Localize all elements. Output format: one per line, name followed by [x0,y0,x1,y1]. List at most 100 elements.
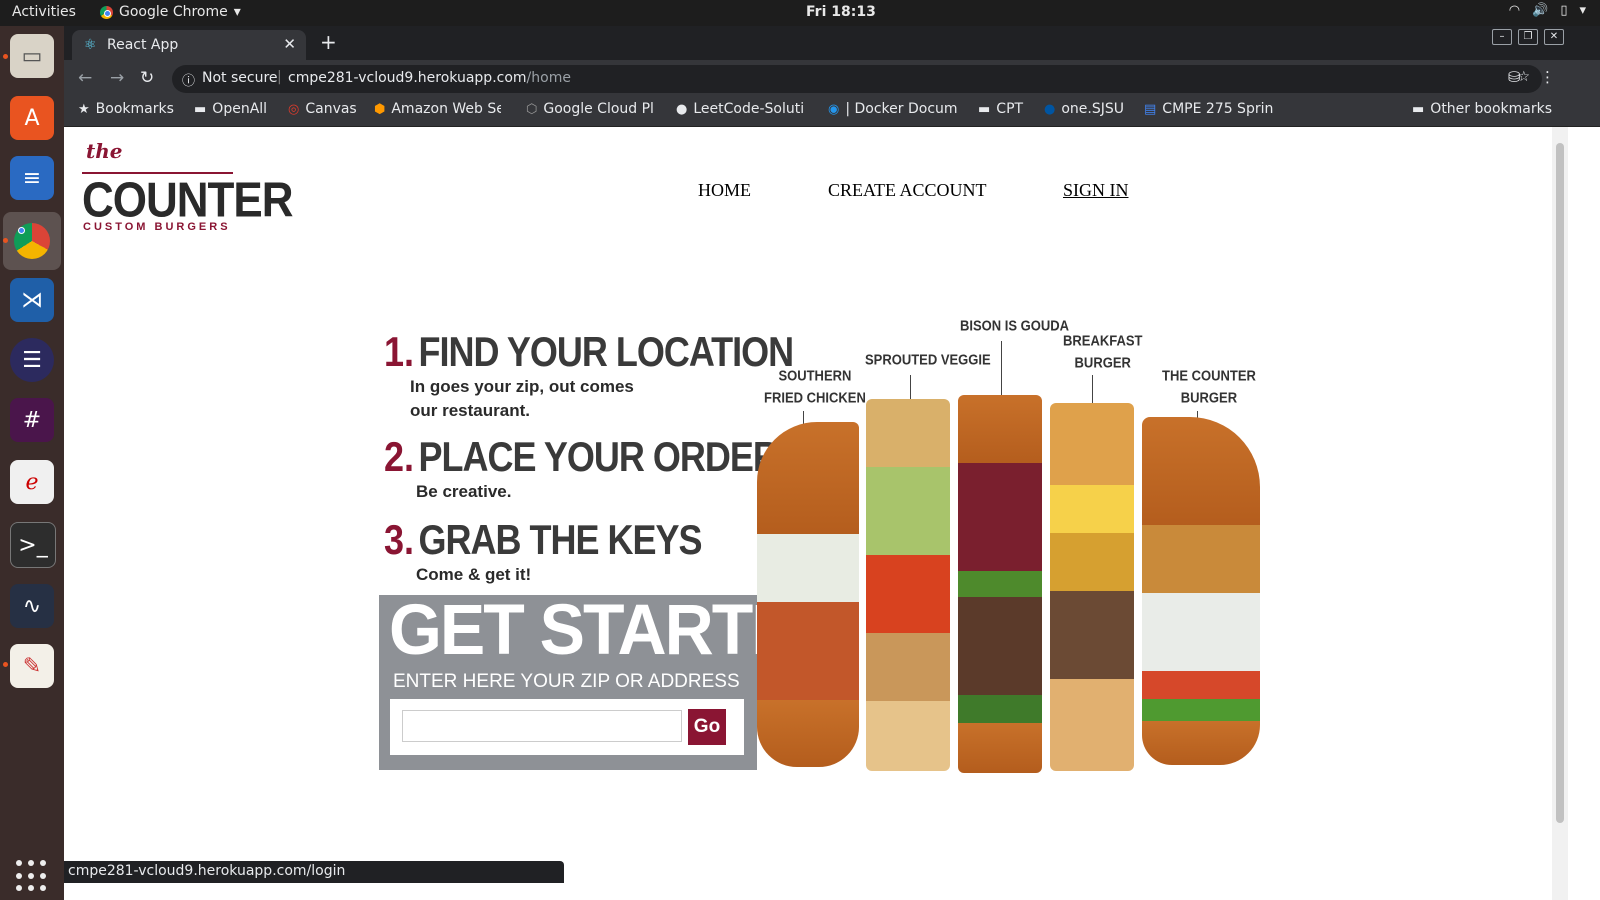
bookmark-docker[interactable]: ◉ | Docker Docum [828,101,957,117]
bookmark-canvas[interactable]: ◎ Canvas [288,101,357,117]
get-started-panel: GET STARTED ENTER HERE YOUR ZIP OR ADDRE… [379,590,844,770]
burger-slice-breakfast [1050,403,1134,771]
bookmark-label: Canvas [305,101,357,117]
sjsu-icon: ● [1044,101,1056,117]
bun-top [958,395,1042,465]
lettuce-layer [1142,699,1260,723]
chrome-dock-icon[interactable] [3,212,61,270]
folder-icon: ▬ [978,101,991,117]
bookmark-cmpe275[interactable]: ▤ CMPE 275 Spring [1144,101,1274,117]
software-center-icon[interactable]: A [10,96,54,140]
step-number: 1. [384,327,415,375]
nav-sign-in[interactable]: SIGN IN [1063,180,1129,201]
terminal-icon[interactable]: >_ [10,522,56,568]
eclipse-icon[interactable]: ☰ [10,338,54,382]
bookmark-bookmarks[interactable]: ★ Bookmarks [78,101,174,117]
label-sprouted-veggie: SPROUTED VEGGIE [865,351,991,368]
close-window-button[interactable]: ✕ [1544,29,1564,45]
activities-button[interactable]: Activities [12,4,76,20]
address-bar[interactable]: ⓘ Not secure | cmpe281-vcloud9.herokuapp… [172,65,1542,93]
tab-react-app[interactable]: ⚛ React App ✕ [72,30,306,60]
bookmark-label: Other bookmarks [1430,101,1552,117]
label-line: SOUTHERN [778,367,852,384]
github-icon: ● [676,101,688,117]
step-1: 1. FIND YOUR LOCATION In goes your zip, … [384,327,794,423]
files-icon[interactable]: ▭ [10,34,54,78]
nav-home[interactable]: HOME [698,180,751,201]
show-apps-icon[interactable] [16,860,48,892]
address-form: Go [390,699,744,755]
app-menu-label: Google Chrome [119,4,228,20]
info-icon[interactable]: ⓘ [182,70,195,89]
app-menu[interactable]: Google Chrome ▾ [100,4,241,20]
bookmark-cpt[interactable]: ▬ CPT [978,101,1023,117]
go-button[interactable]: Go [688,709,726,745]
bun-top [1050,403,1134,487]
menu-icon[interactable]: ⋮ [1540,68,1555,86]
system-monitor-icon[interactable]: ∿ [10,584,54,628]
nav-create-account[interactable]: CREATE ACCOUNT [828,180,987,201]
url-path: /home [526,70,571,86]
system-tray[interactable]: ◠ 🔊 ▯ ▾ [1509,3,1586,18]
aws-icon: ⬢ [374,101,386,117]
step-desc-line: In goes your zip, out comes [410,377,634,396]
link-status-bar: cmpe281-vcloud9.herokuapp.com/login [64,861,564,883]
vscode-icon[interactable]: ⋊ [10,278,54,322]
bookmark-gcp[interactable]: ⬡ Google Cloud Pl [526,101,655,117]
zip-address-input[interactable] [402,710,682,742]
bun-top [757,422,859,537]
cheese-layer [1050,533,1134,593]
site-logo[interactable]: the COUNTER CUSTOM BURGERS [82,139,294,233]
cheese-layer [1142,593,1260,673]
forward-button[interactable]: → [110,68,124,88]
tab-strip: ⚛ React App ✕ + – ❐ ✕ [64,26,1600,60]
onion-strings-layer [1142,525,1260,595]
dock: ▭ A ≡ ⋊ ☰ # ℯ >_ ∿ ✎ [0,26,64,900]
bun-bottom [866,701,950,771]
maximize-button[interactable]: ❐ [1518,29,1538,45]
label-southern-fried-chicken: SOUTHERN FRIED CHICKEN [764,365,866,409]
browser-toolbar: ← → ↻ ⓘ Not secure | cmpe281-vcloud9.her… [64,60,1600,96]
window-edge [1568,127,1600,900]
evince-icon[interactable]: ℯ [10,460,54,504]
bookmark-openall[interactable]: ▬ OpenAll [194,101,267,117]
egg-layer [1050,485,1134,535]
bookmark-other[interactable]: ▬ Other bookmarks [1412,101,1552,117]
label-line: THE COUNTER [1162,367,1256,384]
bookmark-leetcode[interactable]: ● LeetCode-Soluti [676,101,803,117]
cranberry-layer [958,463,1042,573]
burger-slice-southern [757,422,859,767]
minimize-button[interactable]: – [1492,29,1512,45]
close-tab-icon[interactable]: ✕ [283,35,296,53]
running-indicator [3,662,8,667]
page-scrollbar[interactable] [1552,127,1568,900]
pointer-line [1001,341,1002,399]
text-editor-icon[interactable]: ✎ [10,644,54,688]
bookmark-label: OpenAll [212,101,268,117]
greens-layer [958,695,1042,725]
battery-icon: ▯ [1560,3,1568,18]
label-line: BURGER [1074,354,1131,371]
wifi-icon: ◠ [1508,3,1521,18]
gcp-icon: ⬡ [526,101,538,117]
step-2: 2. PLACE YOUR ORDER Be creative. [384,433,779,504]
bookmark-aws[interactable]: ⬢ Amazon Web Se [374,101,501,117]
caret-down-icon: ▾ [233,4,241,20]
bookmark-onesjsu[interactable]: ● one.SJSU [1044,101,1124,117]
back-button[interactable]: ← [78,68,92,88]
chicken-layer [757,602,859,702]
label-line: BREAKFAST [1063,332,1143,349]
new-tab-button[interactable]: + [320,30,337,54]
slack-icon[interactable]: # [10,398,54,442]
scrollbar-thumb[interactable] [1556,143,1564,823]
step-desc-line: Come & get it! [416,565,532,584]
extension-icon[interactable]: ⛁ [1508,68,1521,86]
clock[interactable]: Fri 18:13 [806,4,876,20]
bookmark-label: Amazon Web Se [391,101,502,117]
step-3: 3. GRAB THE KEYS Come & get it! [384,516,703,587]
writer-icon[interactable]: ≡ [10,156,54,200]
bookmarks-bar: ★ Bookmarks ▬ OpenAll ◎ Canvas ⬢ Amazon Web … [64,96,1600,127]
reload-button[interactable]: ↻ [140,68,154,88]
logo-tagline: CUSTOM BURGERS [83,221,231,233]
label-the-counter-burger: THE COUNTER BURGER [1162,365,1256,409]
